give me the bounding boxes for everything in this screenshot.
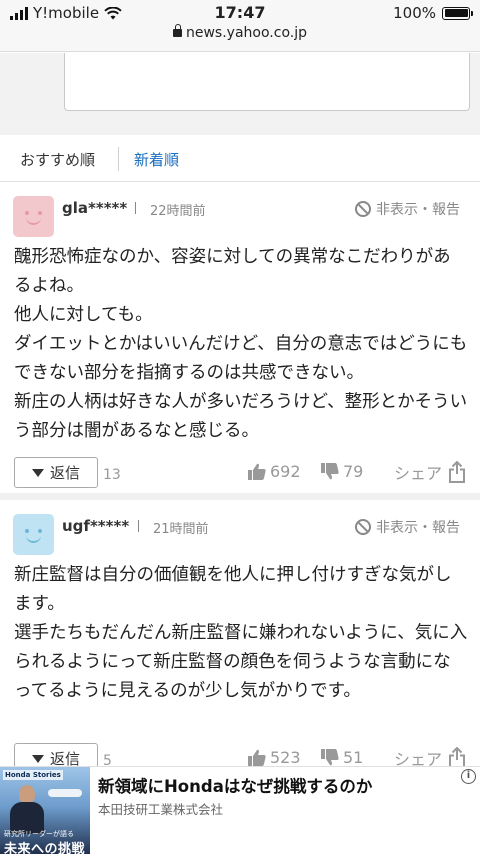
dislike-count: 79	[343, 462, 364, 481]
ban-icon	[355, 201, 371, 217]
ban-icon	[355, 519, 371, 535]
comment-item: gla***** 22時間前 非表示・報告 醜形恐怖症なのか、容姿に対しての異常…	[0, 182, 480, 500]
comment-time: 22時間前	[150, 204, 206, 219]
like-count: 692	[270, 462, 301, 481]
avatar-mouth	[26, 217, 41, 225]
reply-count: 13	[103, 467, 121, 483]
battery-percent: 100%	[393, 4, 436, 22]
status-right: 100%	[393, 4, 473, 22]
thumbs-down-icon	[321, 749, 339, 766]
ad-image[interactable]: Honda Stories 研究所リーダーが語る 未来への挑戦	[0, 767, 90, 854]
triangle-down-icon	[31, 468, 44, 477]
avatar-eye	[38, 529, 42, 533]
ad-brand: Honda Stories	[3, 770, 63, 780]
lock-icon	[173, 24, 182, 37]
comment-body: 新庄監督は自分の価値観を他人に押し付けすぎな気がします。 選手たちもだんだん新庄…	[14, 565, 468, 701]
comment-textarea[interactable]	[64, 53, 470, 111]
avatar-eye	[25, 529, 29, 533]
meta-divider	[138, 520, 139, 532]
hide-report-label: 非表示・報告	[376, 202, 460, 218]
hide-report-label: 非表示・報告	[376, 520, 460, 536]
thumbs-up-icon	[248, 749, 266, 766]
dislike-count: 51	[343, 748, 364, 767]
like-button[interactable]: 692	[248, 462, 301, 481]
comment-input-area	[0, 53, 480, 135]
meta-divider	[135, 202, 136, 214]
comment-time: 21時間前	[153, 522, 209, 537]
dislike-button[interactable]: 51	[321, 748, 363, 767]
ad-title[interactable]: 新領域にHondaはなぜ挑戦するのか	[98, 773, 372, 797]
ad-aircraft-image	[48, 789, 82, 797]
comment-item: ugf***** 21時間前 非表示・報告 新庄監督は自分の価値観を他人に押し付…	[0, 500, 480, 774]
sort-tabs: おすすめ順 新着順	[0, 136, 480, 182]
triangle-down-icon	[31, 754, 44, 763]
ad-caption-large: 未来への挑戦	[4, 842, 86, 854]
comment-actions: 返信 13 692 79 シェア	[0, 457, 480, 489]
username[interactable]: gla*****	[62, 199, 127, 217]
share-button[interactable]: シェア	[394, 460, 466, 484]
tab-divider	[118, 147, 119, 171]
dislike-button[interactable]: 79	[321, 462, 363, 481]
thumbs-down-icon	[321, 463, 339, 480]
ad-person-image	[10, 785, 44, 834]
thumbs-up-icon	[248, 463, 266, 480]
avatar-mouth	[26, 535, 41, 543]
battery-fill	[444, 9, 468, 17]
share-icon	[449, 461, 465, 483]
avatar-eye	[38, 211, 42, 215]
avatar-eye	[25, 211, 29, 215]
tab-newest[interactable]: 新着順	[134, 149, 179, 170]
like-button[interactable]: 523	[248, 748, 301, 767]
avatar	[13, 196, 54, 237]
ad-banner[interactable]: Honda Stories 研究所リーダーが語る 未来への挑戦 新領域にHond…	[0, 766, 480, 854]
status-bar: Y!mobile 17:47 100% news.yahoo.co.jp	[0, 0, 480, 52]
avatar	[13, 514, 54, 555]
hide-report-button[interactable]: 非表示・報告	[355, 199, 460, 219]
like-count: 523	[270, 748, 301, 767]
reply-button[interactable]: 返信	[14, 457, 98, 488]
username[interactable]: ugf*****	[62, 517, 129, 535]
share-label: シェア	[393, 464, 442, 483]
tab-recommended[interactable]: おすすめ順	[20, 149, 95, 170]
address-bar[interactable]: news.yahoo.co.jp	[0, 24, 480, 41]
hide-report-button[interactable]: 非表示・報告	[355, 517, 460, 537]
ad-sponsor: 本田技研工業株式会社	[98, 802, 224, 817]
battery-icon	[442, 6, 473, 20]
reply-label: 返信	[49, 464, 80, 482]
url-text: news.yahoo.co.jp	[186, 25, 307, 41]
ad-info-icon[interactable]: i	[461, 769, 476, 784]
comment-body: 醜形恐怖症なのか、容姿に対しての異常なこだわりがあるよね。 他人に対しても。 ダ…	[14, 247, 468, 441]
